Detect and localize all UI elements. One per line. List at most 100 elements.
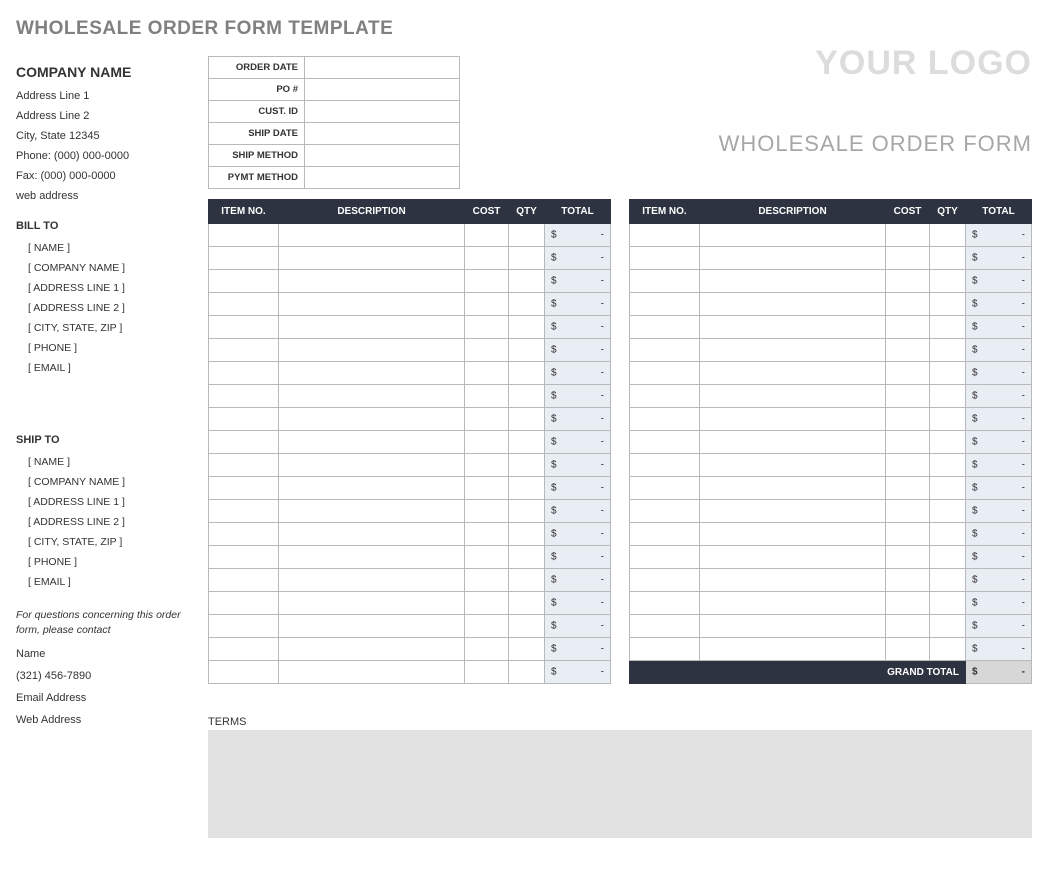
item-no-cell[interactable] — [209, 293, 279, 316]
description-cell[interactable] — [279, 661, 465, 684]
item-no-cell[interactable] — [209, 431, 279, 454]
meta-cust-id-input[interactable] — [305, 101, 460, 123]
cost-cell[interactable] — [465, 270, 509, 293]
cost-cell[interactable] — [465, 661, 509, 684]
qty-cell[interactable] — [930, 316, 966, 339]
qty-cell[interactable] — [930, 546, 966, 569]
description-cell[interactable] — [279, 270, 465, 293]
item-no-cell[interactable] — [209, 500, 279, 523]
qty-cell[interactable] — [509, 661, 545, 684]
cost-cell[interactable] — [886, 546, 930, 569]
qty-cell[interactable] — [930, 592, 966, 615]
description-cell[interactable] — [279, 523, 465, 546]
terms-input[interactable] — [208, 730, 1032, 838]
description-cell[interactable] — [279, 569, 465, 592]
cost-cell[interactable] — [886, 500, 930, 523]
description-cell[interactable] — [700, 339, 886, 362]
qty-cell[interactable] — [930, 385, 966, 408]
item-no-cell[interactable] — [630, 293, 700, 316]
item-no-cell[interactable] — [630, 316, 700, 339]
description-cell[interactable] — [700, 477, 886, 500]
description-cell[interactable] — [700, 224, 886, 247]
ship-to-name[interactable]: [ NAME ] — [16, 452, 194, 472]
item-no-cell[interactable] — [209, 316, 279, 339]
qty-cell[interactable] — [509, 247, 545, 270]
cost-cell[interactable] — [465, 293, 509, 316]
cost-cell[interactable] — [465, 477, 509, 500]
item-no-cell[interactable] — [630, 569, 700, 592]
cost-cell[interactable] — [465, 224, 509, 247]
qty-cell[interactable] — [509, 454, 545, 477]
item-no-cell[interactable] — [209, 362, 279, 385]
ship-to-phone[interactable]: [ PHONE ] — [16, 552, 194, 572]
cost-cell[interactable] — [465, 592, 509, 615]
item-no-cell[interactable] — [209, 385, 279, 408]
qty-cell[interactable] — [930, 431, 966, 454]
item-no-cell[interactable] — [209, 247, 279, 270]
cost-cell[interactable] — [886, 615, 930, 638]
cost-cell[interactable] — [886, 408, 930, 431]
description-cell[interactable] — [279, 224, 465, 247]
description-cell[interactable] — [700, 569, 886, 592]
description-cell[interactable] — [279, 316, 465, 339]
cost-cell[interactable] — [465, 523, 509, 546]
description-cell[interactable] — [700, 592, 886, 615]
qty-cell[interactable] — [509, 224, 545, 247]
description-cell[interactable] — [279, 431, 465, 454]
description-cell[interactable] — [700, 615, 886, 638]
qty-cell[interactable] — [509, 477, 545, 500]
cost-cell[interactable] — [886, 592, 930, 615]
description-cell[interactable] — [700, 546, 886, 569]
description-cell[interactable] — [279, 339, 465, 362]
bill-to-email[interactable]: [ EMAIL ] — [16, 358, 194, 378]
item-no-cell[interactable] — [630, 615, 700, 638]
cost-cell[interactable] — [465, 615, 509, 638]
description-cell[interactable] — [700, 293, 886, 316]
ship-to-csz[interactable]: [ CITY, STATE, ZIP ] — [16, 532, 194, 552]
qty-cell[interactable] — [509, 500, 545, 523]
description-cell[interactable] — [700, 454, 886, 477]
item-no-cell[interactable] — [630, 270, 700, 293]
qty-cell[interactable] — [930, 500, 966, 523]
ship-to-email[interactable]: [ EMAIL ] — [16, 572, 194, 592]
qty-cell[interactable] — [930, 224, 966, 247]
item-no-cell[interactable] — [209, 523, 279, 546]
bill-to-name[interactable]: [ NAME ] — [16, 238, 194, 258]
bill-to-addr1[interactable]: [ ADDRESS LINE 1 ] — [16, 278, 194, 298]
description-cell[interactable] — [700, 408, 886, 431]
cost-cell[interactable] — [886, 270, 930, 293]
item-no-cell[interactable] — [209, 661, 279, 684]
description-cell[interactable] — [279, 454, 465, 477]
cost-cell[interactable] — [465, 500, 509, 523]
item-no-cell[interactable] — [209, 615, 279, 638]
qty-cell[interactable] — [930, 408, 966, 431]
qty-cell[interactable] — [930, 293, 966, 316]
description-cell[interactable] — [279, 362, 465, 385]
description-cell[interactable] — [700, 316, 886, 339]
description-cell[interactable] — [700, 638, 886, 661]
ship-to-addr2[interactable]: [ ADDRESS LINE 2 ] — [16, 512, 194, 532]
qty-cell[interactable] — [930, 477, 966, 500]
meta-ship-date-input[interactable] — [305, 123, 460, 145]
qty-cell[interactable] — [930, 569, 966, 592]
qty-cell[interactable] — [509, 293, 545, 316]
item-no-cell[interactable] — [209, 224, 279, 247]
item-no-cell[interactable] — [630, 500, 700, 523]
meta-po-input[interactable] — [305, 79, 460, 101]
cost-cell[interactable] — [465, 247, 509, 270]
item-no-cell[interactable] — [630, 477, 700, 500]
qty-cell[interactable] — [509, 362, 545, 385]
cost-cell[interactable] — [886, 362, 930, 385]
description-cell[interactable] — [279, 385, 465, 408]
qty-cell[interactable] — [930, 454, 966, 477]
item-no-cell[interactable] — [630, 638, 700, 661]
qty-cell[interactable] — [930, 638, 966, 661]
item-no-cell[interactable] — [209, 569, 279, 592]
item-no-cell[interactable] — [209, 592, 279, 615]
description-cell[interactable] — [700, 523, 886, 546]
qty-cell[interactable] — [509, 592, 545, 615]
cost-cell[interactable] — [886, 339, 930, 362]
cost-cell[interactable] — [465, 638, 509, 661]
bill-to-phone[interactable]: [ PHONE ] — [16, 338, 194, 358]
ship-to-addr1[interactable]: [ ADDRESS LINE 1 ] — [16, 492, 194, 512]
